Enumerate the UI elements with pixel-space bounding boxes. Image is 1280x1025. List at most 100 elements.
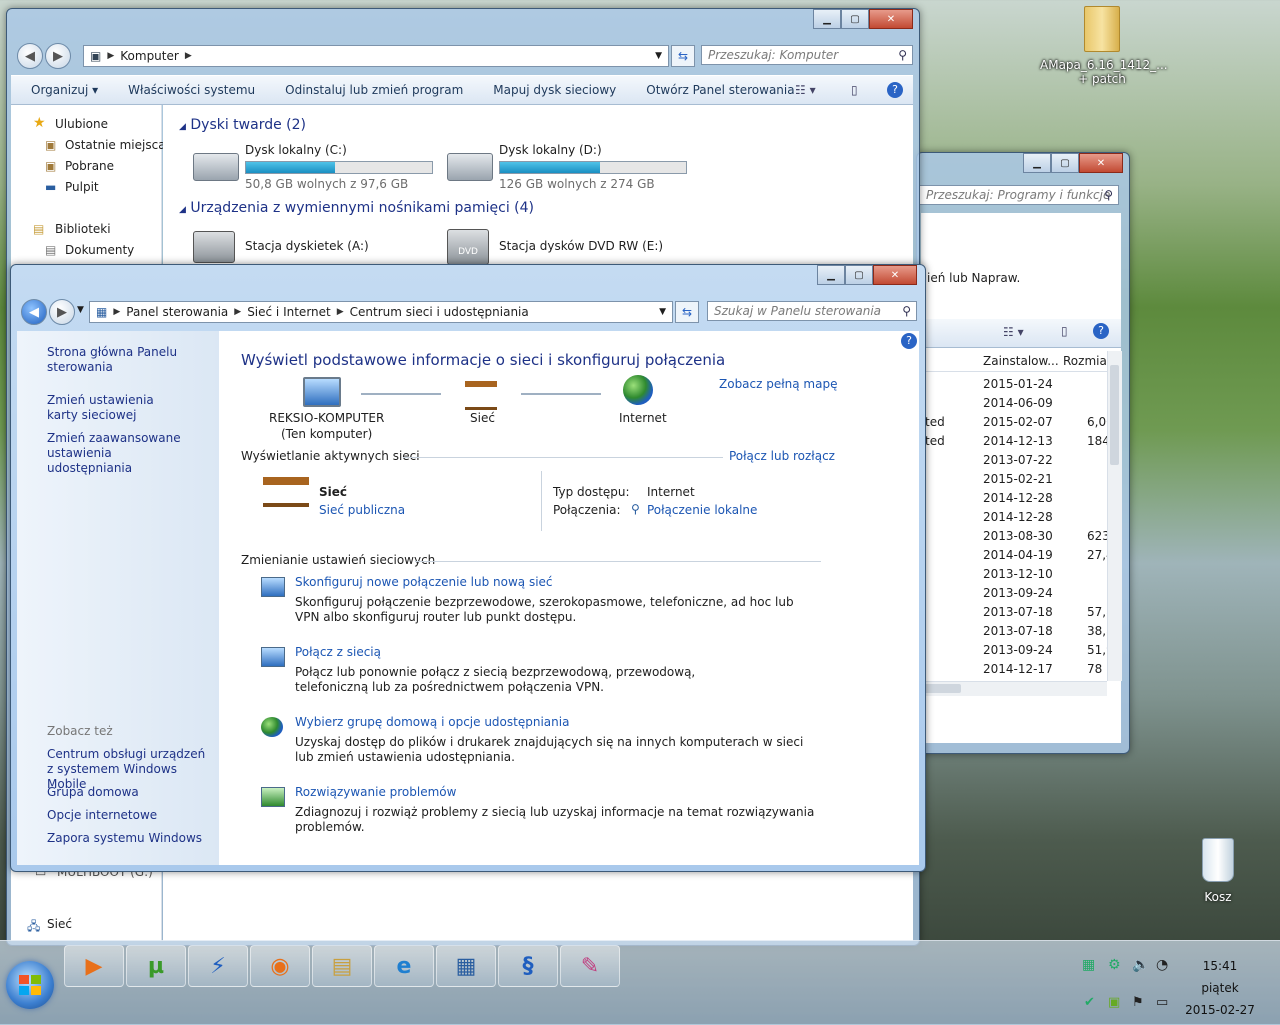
table-row[interactable]: 2013-12-10 <box>921 565 1107 584</box>
taskbar-button-paint[interactable]: ✎ <box>560 945 620 987</box>
nav-favorites[interactable]: Ulubione <box>55 117 108 131</box>
task-connect-network[interactable]: Połącz z siecią Połącz lub ponownie połą… <box>259 645 859 695</box>
start-button[interactable] <box>6 961 54 1009</box>
help-icon[interactable]: ? <box>901 333 917 349</box>
breadcrumb-network-internet[interactable]: Sieć i Internet <box>247 305 331 319</box>
nav-documents[interactable]: Dokumenty <box>65 243 134 257</box>
table-row[interactable]: 2013-07-22 <box>921 451 1107 470</box>
back-button[interactable]: ◀ <box>17 43 43 69</box>
preview-pane-icon[interactable]: ▯ <box>851 83 858 97</box>
network-type-link[interactable]: Sieć publiczna <box>319 503 405 517</box>
system-properties-button[interactable]: Właściwości systemu <box>128 83 255 97</box>
minimize-button[interactable]: ▁ <box>1023 153 1051 173</box>
taskbar-button-explorer-folder[interactable]: ▤ <box>312 945 372 987</box>
nav-recent-places[interactable]: Ostatnie miejsca <box>65 138 166 152</box>
clock[interactable]: 15:41 piątek 2015-02-27 <box>1184 955 1256 1021</box>
tray-icon-nvidia[interactable]: ▣ <box>1108 995 1120 1010</box>
table-row[interactable]: 2014-04-19 27,4 <box>921 546 1114 565</box>
tray-icon-clock-app[interactable]: ◔ <box>1156 957 1168 973</box>
close-button[interactable]: ✕ <box>873 265 917 285</box>
back-button[interactable]: ◀ <box>21 299 47 325</box>
close-button[interactable]: ✕ <box>1079 153 1123 173</box>
nav-network[interactable]: Sieć <box>47 917 72 931</box>
address-bar[interactable]: ▣ ▶ Komputer ▶ ▼ <box>83 45 669 67</box>
maximize-button[interactable]: ▢ <box>841 9 869 29</box>
local-connection-link[interactable]: Połączenie lokalne <box>647 503 757 517</box>
link-homegroup[interactable]: Grupa domowa <box>47 785 139 799</box>
link-control-panel-home[interactable]: Strona główna Panelu sterowania <box>47 345 197 375</box>
uninstall-button[interactable]: Odinstaluj lub zmień program <box>285 83 463 97</box>
tray-icon-app[interactable]: ▦ <box>1082 957 1095 973</box>
hard-disks-heading[interactable]: ◢ Dyski twarde (2) <box>179 117 306 133</box>
removable-heading[interactable]: ◢ Urządzenia z wymiennymi nośnikami pami… <box>179 200 534 216</box>
nav-downloads[interactable]: Pobrane <box>65 159 114 173</box>
taskbar-button-internet-explorer[interactable]: e <box>374 945 434 987</box>
view-options-icon[interactable]: ☷ ▾ <box>1003 325 1024 339</box>
link-change-adapter-settings[interactable]: Zmień ustawienia karty sieciowej <box>47 393 187 423</box>
desktop-icon-amapa[interactable]: AMapa_6.16_1412_... + patch <box>1040 6 1168 86</box>
tray-icon-network[interactable]: ▭ <box>1156 995 1168 1010</box>
task-troubleshoot[interactable]: Rozwiązywanie problemów Zdiagnozuj i roz… <box>259 785 859 834</box>
taskbar-button-control-panel[interactable]: ▦ <box>436 945 496 987</box>
programs-search-input[interactable]: Przeszukaj: Programy i funkcje ⚲ <box>919 185 1119 205</box>
close-button[interactable]: ✕ <box>869 9 913 29</box>
table-row[interactable]: 2015-02-21 <box>921 470 1107 489</box>
view-options-icon[interactable]: ☷ ▾ <box>795 83 816 97</box>
help-icon[interactable]: ? <box>887 82 903 98</box>
taskbar-button-app-swirl[interactable]: § <box>498 945 558 987</box>
breadcrumb-komputer[interactable]: Komputer <box>120 49 179 63</box>
tray-icon-volume[interactable]: 🔈 <box>1132 957 1149 973</box>
forward-button[interactable]: ▶ <box>49 299 75 325</box>
taskbar-button-app-lightning[interactable]: ⚡ <box>188 945 248 987</box>
minimize-button[interactable]: ▁ <box>817 265 845 285</box>
table-row[interactable]: 2014-12-17 78 <box>921 660 1107 679</box>
table-row[interactable]: 2014-12-28 <box>921 489 1107 508</box>
dvd-drive[interactable]: DVD Stacja dysków DVD RW (E:) <box>447 227 687 267</box>
table-row[interactable]: 2013-09-24 51,9 <box>921 641 1114 660</box>
tray-icon-network-status[interactable]: ⚙ <box>1108 957 1121 973</box>
minimize-button[interactable]: ▁ <box>813 9 841 29</box>
preview-pane-icon[interactable]: ▯ <box>1061 324 1068 338</box>
help-icon[interactable]: ? <box>1093 323 1109 339</box>
map-drive-button[interactable]: Mapuj dysk sieciowy <box>493 83 616 97</box>
link-windows-firewall[interactable]: Zapora systemu Windows <box>47 831 202 845</box>
horizontal-scrollbar[interactable] <box>921 681 1107 696</box>
maximize-button[interactable]: ▢ <box>1051 153 1079 173</box>
refresh-button[interactable]: ⇆ <box>671 45 695 67</box>
table-row[interactable]: 2014-12-28 <box>921 508 1107 527</box>
open-control-panel-button[interactable]: Otwórz Panel sterowania <box>646 83 794 97</box>
table-row[interactable]: 2013-08-30 623 <box>921 527 1110 546</box>
task-new-connection[interactable]: Skonfiguruj nowe połączenie lub nową sie… <box>259 575 859 625</box>
table-row[interactable]: ted 2014-12-13 184 <box>921 432 1110 451</box>
table-row[interactable]: 2014-06-09 <box>921 394 1107 413</box>
nav-desktop[interactable]: Pulpit <box>65 180 99 194</box>
organize-button[interactable]: Organizuj ▾ <box>31 83 98 97</box>
control-panel-search-input[interactable]: Szukaj w Panelu sterowania ⚲ <box>707 301 917 321</box>
refresh-button[interactable]: ⇆ <box>675 301 699 323</box>
breadcrumb-network-center[interactable]: Centrum sieci i udostępniania <box>350 305 529 319</box>
address-bar[interactable]: ▦ ▶ Panel sterowania ▶ Sieć i Internet ▶… <box>89 301 673 323</box>
disk-c[interactable]: Dysk lokalny (C:) 50,8 GB wolnych z 97,6… <box>193 143 443 191</box>
table-row[interactable]: 2015-01-24 <box>921 375 1107 394</box>
table-row[interactable]: 2013-07-18 57,8 <box>921 603 1114 622</box>
vertical-scrollbar[interactable] <box>1107 351 1122 681</box>
tray-icon-action-center[interactable]: ⚑ <box>1132 995 1144 1010</box>
maximize-button[interactable]: ▢ <box>845 265 873 285</box>
table-row[interactable]: 2013-09-24 <box>921 584 1107 603</box>
tray-icon-safely-remove[interactable]: ✔ <box>1084 995 1095 1010</box>
link-internet-options[interactable]: Opcje internetowe <box>47 808 157 822</box>
taskbar-button-firefox[interactable]: ◉ <box>250 945 310 987</box>
table-row[interactable]: 2013-07-18 38,8 <box>921 622 1114 641</box>
recent-pages-dropdown[interactable]: ▼ <box>77 305 84 315</box>
nav-libraries[interactable]: Biblioteki <box>55 222 111 236</box>
connect-disconnect-link[interactable]: Połącz lub rozłącz <box>729 449 835 463</box>
forward-button[interactable]: ▶ <box>45 43 71 69</box>
column-installed[interactable]: Zainstalow... <box>983 354 1059 368</box>
disk-d[interactable]: Dysk lokalny (D:) 126 GB wolnych z 274 G… <box>447 143 697 191</box>
floppy-drive[interactable]: Stacja dyskietek (A:) <box>193 227 433 267</box>
column-size[interactable]: Rozmiar <box>1063 354 1112 368</box>
breadcrumb-control-panel[interactable]: Panel sterowania <box>126 305 228 319</box>
desktop-icon-recycle-bin[interactable]: Kosz <box>1188 838 1248 904</box>
see-full-map-link[interactable]: Zobacz pełną mapę <box>719 377 837 391</box>
link-advanced-sharing[interactable]: Zmień zaawansowane ustawienia udostępnia… <box>47 431 197 476</box>
